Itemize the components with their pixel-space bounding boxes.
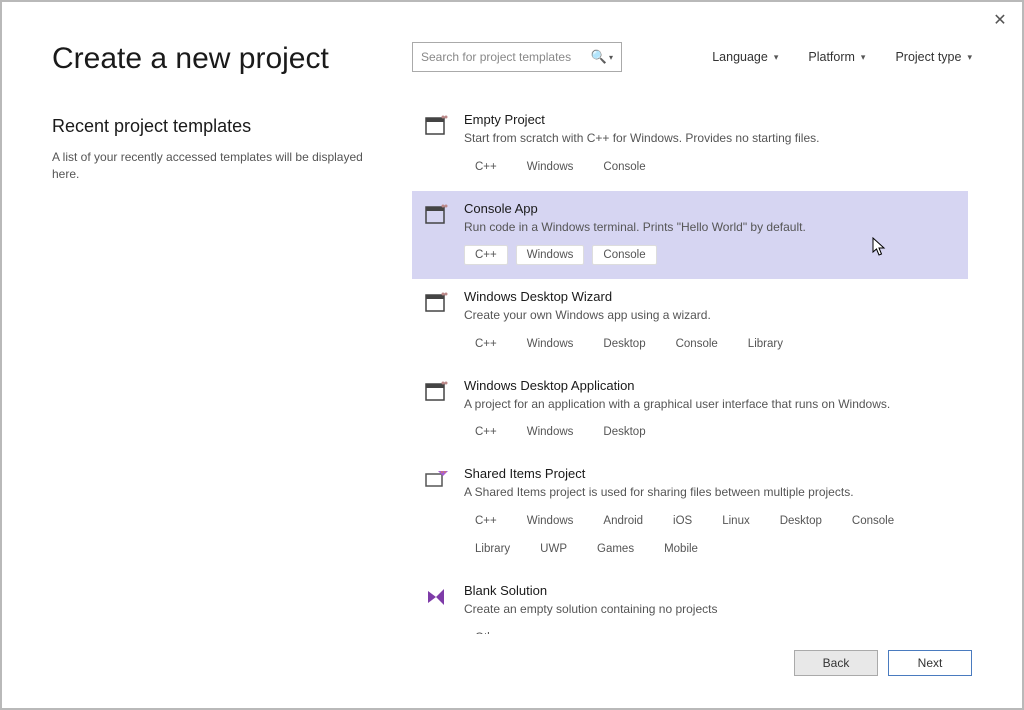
- template-tag: Linux: [711, 511, 761, 531]
- template-desc: Start from scratch with C++ for Windows.…: [464, 131, 956, 147]
- template-tag: Console: [665, 334, 729, 354]
- template-item[interactable]: Windows Desktop Application A project for…: [412, 368, 968, 457]
- project-type-filter-label: Project type: [895, 50, 961, 64]
- template-title: Empty Project: [464, 112, 956, 127]
- search-icon[interactable]: 🔍: [591, 49, 607, 65]
- template-tag: Desktop: [592, 334, 656, 354]
- template-tag: Mobile: [653, 539, 709, 559]
- project-type-filter[interactable]: Project type ▾: [895, 50, 972, 64]
- platform-filter[interactable]: Platform ▾: [808, 50, 865, 64]
- template-body: Console App Run code in a Windows termina…: [464, 201, 956, 266]
- template-tags: C++ Windows Desktop Console Library: [464, 334, 956, 354]
- template-tag: Windows: [516, 157, 585, 177]
- template-tag: Desktop: [769, 511, 833, 531]
- platform-filter-label: Platform: [808, 50, 855, 64]
- template-desc: A project for an application with a grap…: [464, 397, 956, 413]
- search-input[interactable]: [421, 50, 587, 64]
- template-tag: Games: [586, 539, 645, 559]
- template-tag: Console: [841, 511, 905, 531]
- template-icon: [424, 585, 448, 609]
- template-tags: C++ Windows Console: [464, 245, 956, 265]
- template-tag: Android: [592, 511, 654, 531]
- template-icon: [424, 468, 448, 492]
- next-button[interactable]: Next: [888, 650, 972, 676]
- template-body: Windows Desktop Wizard Create your own Wi…: [464, 289, 956, 354]
- template-tag: Windows: [516, 334, 585, 354]
- template-body: Windows Desktop Application A project for…: [464, 378, 956, 443]
- template-tag: Windows: [516, 245, 585, 265]
- template-item[interactable]: Console App Run code in a Windows termina…: [412, 191, 968, 280]
- back-button-label: Back: [823, 656, 850, 670]
- template-item[interactable]: Empty Project Start from scratch with C++…: [412, 102, 968, 191]
- template-icon: [424, 114, 448, 138]
- chevron-down-icon: ▾: [967, 52, 972, 63]
- page-title: Create a new project: [52, 42, 392, 76]
- template-tag: Windows: [516, 511, 585, 531]
- template-tag: Library: [464, 539, 521, 559]
- template-body: Blank Solution Create an empty solution c…: [464, 583, 956, 634]
- left-column: Create a new project Recent project temp…: [52, 42, 412, 634]
- template-title: Windows Desktop Wizard: [464, 289, 956, 304]
- template-tag: Console: [592, 157, 656, 177]
- top-controls: 🔍 ▾ Language ▾ Platform ▾ Project type ▾: [412, 42, 972, 72]
- dialog-footer: Back Next: [52, 634, 972, 688]
- template-list[interactable]: Empty Project Start from scratch with C++…: [412, 102, 972, 634]
- template-icon: [424, 203, 448, 227]
- close-icon: ✕: [993, 10, 1006, 30]
- template-title: Console App: [464, 201, 956, 216]
- search-box[interactable]: 🔍 ▾: [412, 42, 622, 72]
- template-item[interactable]: Windows Desktop Wizard Create your own Wi…: [412, 279, 968, 368]
- template-tag: Library: [737, 334, 794, 354]
- template-desc: Run code in a Windows terminal. Prints "…: [464, 220, 956, 236]
- next-button-label: Next: [918, 656, 943, 670]
- template-tags: C++ Windows Console: [464, 157, 956, 177]
- recent-templates-desc: A list of your recently accessed templat…: [52, 149, 392, 183]
- template-tag: C++: [464, 157, 508, 177]
- language-filter[interactable]: Language ▾: [712, 50, 778, 64]
- search-dropdown-icon[interactable]: ▾: [609, 53, 613, 62]
- template-body: Empty Project Start from scratch with C++…: [464, 112, 956, 177]
- chevron-down-icon: ▾: [861, 52, 866, 63]
- right-column: 🔍 ▾ Language ▾ Platform ▾ Project type ▾: [412, 42, 972, 634]
- recent-templates-heading: Recent project templates: [52, 116, 392, 137]
- template-tag: iOS: [662, 511, 703, 531]
- template-title: Blank Solution: [464, 583, 956, 598]
- template-tag: C++: [464, 422, 508, 442]
- close-button[interactable]: ✕: [990, 10, 1010, 30]
- template-icon: [424, 380, 448, 404]
- template-tag: C++: [464, 245, 508, 265]
- template-tag: UWP: [529, 539, 578, 559]
- template-item[interactable]: Shared Items Project A Shared Items proje…: [412, 456, 968, 573]
- template-tag: Console: [592, 245, 656, 265]
- chevron-down-icon: ▾: [774, 52, 779, 63]
- template-tag: C++: [464, 334, 508, 354]
- template-body: Shared Items Project A Shared Items proje…: [464, 466, 956, 559]
- back-button[interactable]: Back: [794, 650, 878, 676]
- template-icon: [424, 291, 448, 315]
- template-tags: C++ Windows Android iOS Linux Desktop Console L…: [464, 511, 956, 559]
- template-title: Shared Items Project: [464, 466, 956, 481]
- template-title: Windows Desktop Application: [464, 378, 956, 393]
- template-tags: C++ Windows Desktop: [464, 422, 956, 442]
- template-tag: Desktop: [592, 422, 656, 442]
- template-item[interactable]: Blank Solution Create an empty solution c…: [412, 573, 968, 634]
- template-desc: Create an empty solution containing no p…: [464, 602, 956, 618]
- language-filter-label: Language: [712, 50, 768, 64]
- template-tag: C++: [464, 511, 508, 531]
- template-desc: A Shared Items project is used for shari…: [464, 485, 956, 501]
- template-tag: Windows: [516, 422, 585, 442]
- template-desc: Create your own Windows app using a wiza…: [464, 308, 956, 324]
